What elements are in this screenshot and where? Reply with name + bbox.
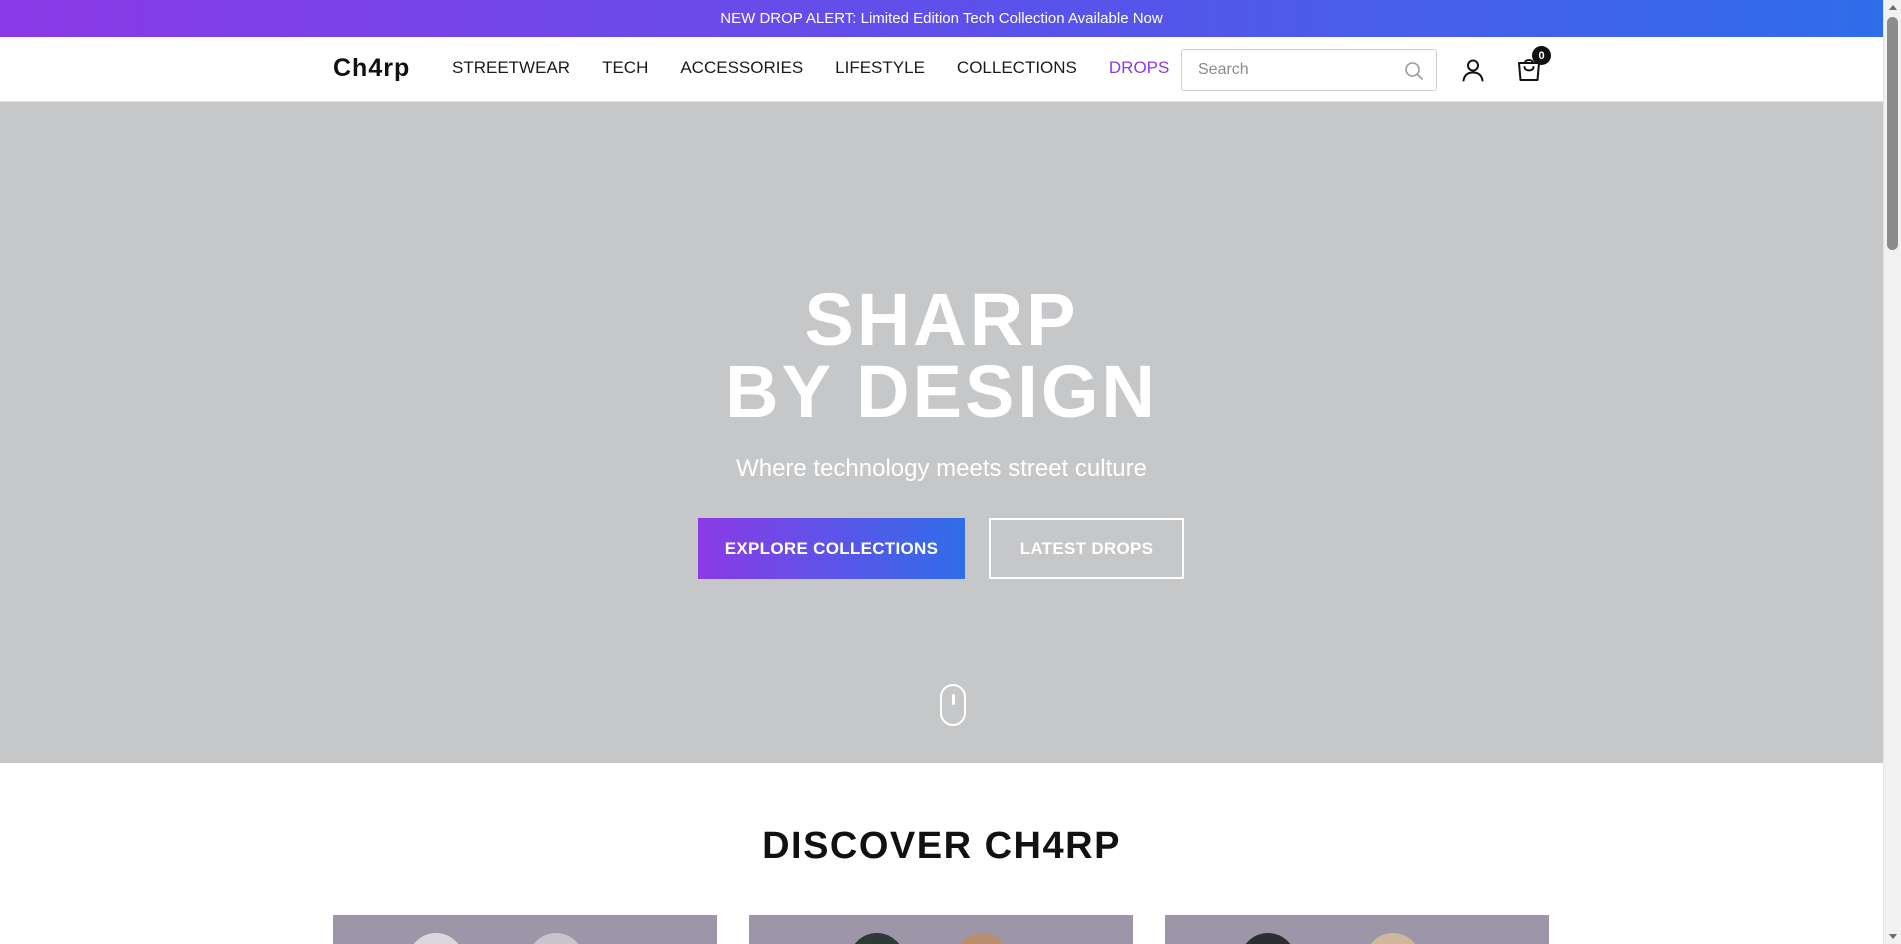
main-nav: STREETWEAR TECH ACCESSORIES LIFESTYLE CO… [452,58,1201,78]
product-image-shape [849,933,905,944]
mouse-scroll-icon[interactable] [940,684,966,726]
announcement-text: NEW DROP ALERT: Limited Edition Tech Col… [720,10,1163,27]
hero-title-line-2: BY DESIGN [725,350,1158,433]
search-box [1181,49,1437,91]
nav-item-drops[interactable]: DROPS [1109,58,1169,78]
product-image-shape [528,933,584,944]
scroll-up-arrow-icon[interactable] [1889,5,1897,10]
user-icon[interactable] [1460,57,1486,83]
explore-collections-button[interactable]: EXPLORE COLLECTIONS [698,518,965,579]
site-header: Ch4rp STREETWEAR TECH ACCESSORIES LIFEST… [0,37,1883,102]
viewport: NEW DROP ALERT: Limited Edition Tech Col… [0,0,1883,944]
search-icon[interactable] [1404,61,1424,81]
product-image-shape [408,933,464,944]
nav-item-lifestyle[interactable]: LIFESTYLE [835,58,925,78]
hero-banner: SHARP BY DESIGN Where technology meets s… [0,102,1883,763]
discover-card-3[interactable] [1165,915,1549,944]
nav-item-collections[interactable]: COLLECTIONS [957,58,1077,78]
page: NEW DROP ALERT: Limited Edition Tech Col… [0,0,1901,944]
discover-section-title: DISCOVER CH4RP [762,825,1121,867]
scroll-down-arrow-icon[interactable] [1889,934,1897,939]
hero-title-line-1: SHARP [804,278,1079,361]
vertical-scrollbar[interactable] [1883,0,1901,944]
latest-drops-button[interactable]: LATEST DROPS [989,518,1184,579]
scroll-wheel-dot [952,694,955,705]
scrollbar-thumb[interactable] [1887,17,1898,250]
discover-card-2[interactable] [749,915,1133,944]
product-image-shape [1365,933,1421,944]
product-image-shape [954,933,1010,944]
discover-card-1[interactable] [333,915,717,944]
nav-item-tech[interactable]: TECH [602,58,648,78]
nav-item-accessories[interactable]: ACCESSORIES [680,58,803,78]
hero-subtitle: Where technology meets street culture [736,455,1147,482]
product-image-shape [1240,933,1296,944]
announcement-bar: NEW DROP ALERT: Limited Edition Tech Col… [0,0,1883,37]
site-logo[interactable]: Ch4rp [333,54,410,83]
nav-item-streetwear[interactable]: STREETWEAR [452,58,570,78]
hero-title: SHARP BY DESIGN [0,278,1883,433]
search-input[interactable] [1182,50,1402,90]
cart-count-badge: 0 [1532,46,1551,65]
